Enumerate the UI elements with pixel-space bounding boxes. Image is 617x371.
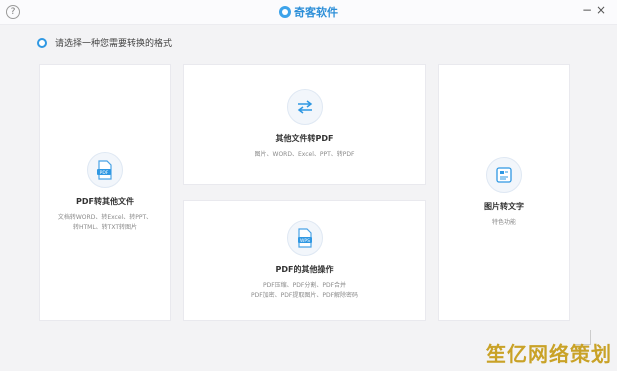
app-name: 奇客软件 bbox=[294, 6, 338, 19]
card-description: 图片、WORD、Excel、PPT、转PDF bbox=[254, 151, 355, 158]
card-title: 图片转文字 bbox=[484, 202, 524, 211]
svg-text:WPS: WPS bbox=[299, 238, 309, 244]
card-image-to-text[interactable]: 图片转文字 特色功能 bbox=[438, 64, 570, 321]
card-title: 其他文件转PDF bbox=[275, 134, 334, 143]
card-title: PDF转其他文件 bbox=[76, 197, 134, 206]
app-logo: 奇客软件 bbox=[279, 4, 338, 20]
svg-text:PDF: PDF bbox=[100, 170, 109, 176]
format-prompt: 请选择一种您需要转换的格式 bbox=[37, 36, 172, 49]
radio-icon bbox=[37, 37, 47, 48]
card-description: PDF压缩、PDF分割、PDF合并 PDF加密、PDF提取图片、PDF解除密码 bbox=[250, 282, 359, 299]
title-bar: ? 奇客软件 − × bbox=[0, 0, 617, 25]
help-icon[interactable]: ? bbox=[6, 5, 20, 19]
card-pdf-other-operations[interactable]: WPS PDF的其他操作 PDF压缩、PDF分割、PDF合并 PDF加密、PDF… bbox=[183, 200, 426, 321]
image-text-icon bbox=[486, 157, 522, 193]
convert-arrows-icon bbox=[286, 89, 323, 125]
minimize-button[interactable]: − bbox=[580, 3, 594, 17]
watermark: 笙亿网络策划 bbox=[486, 342, 612, 366]
card-description: 特色功能 bbox=[491, 219, 516, 226]
pdf-document-icon: PDF bbox=[87, 152, 123, 188]
card-description: 文档转WORD、转Excel、转PPT、 转HTML、转TXT转图片 bbox=[57, 214, 153, 231]
card-other-to-pdf[interactable]: 其他文件转PDF 图片、WORD、Excel、PPT、转PDF bbox=[183, 64, 426, 185]
wps-document-icon: WPS bbox=[286, 220, 323, 256]
prompt-label: 请选择一种您需要转换的格式 bbox=[55, 39, 173, 49]
logo-icon bbox=[279, 6, 291, 18]
card-pdf-to-other[interactable]: PDF PDF转其他文件 文档转WORD、转Excel、转PPT、 转HTML、… bbox=[39, 64, 171, 321]
card-title: PDF的其他操作 bbox=[275, 265, 334, 274]
close-button[interactable]: × bbox=[594, 3, 608, 17]
